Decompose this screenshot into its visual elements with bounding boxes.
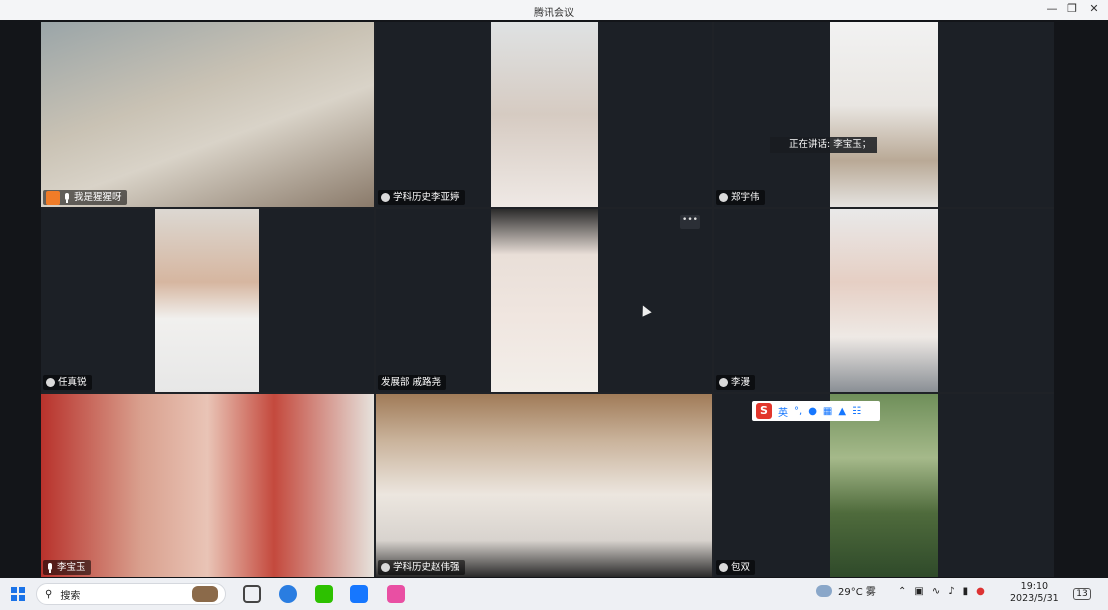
wifi-icon[interactable]: ∿ [932,586,940,597]
ime-toolbar[interactable]: S 英 °, ● ▦ ▲ ☷ [752,401,880,421]
ime-mode-label[interactable]: 英 [778,404,788,419]
minimize-icon[interactable]: — [1044,2,1060,17]
participant-name-bar: 李宝玉 [43,560,91,575]
participant-tile[interactable]: 学科历史赵伟强 [376,394,712,577]
video-feed [491,22,598,207]
video-feed [830,22,938,207]
title-bar: 腾讯会议 — ❐ ✕ [0,0,1108,20]
weather-text: 29°C 雾 [838,587,876,598]
participant-name: 李漫 [731,377,751,388]
chevron-up-icon[interactable]: ⌃ [898,586,906,597]
antivirus-icon[interactable]: ● [976,586,985,597]
participant-name: 我是猩猩呀 [74,192,122,203]
participant-name-bar: 李漫 [716,375,756,390]
video-feed [830,394,938,577]
microphone-icon [46,562,54,573]
cow-mascot-icon [190,584,220,604]
avatar-icon [381,193,390,202]
more-options-button[interactable]: ••• [680,215,700,229]
toolbox-icon[interactable]: ☷ [852,406,861,417]
keyboard-icon[interactable]: ▦ [823,406,832,417]
notification-count: 13 [1073,588,1091,600]
participant-tile[interactable]: 李宝玉 [41,394,374,577]
skin-icon[interactable]: ▲ [838,406,846,417]
weather-icon [816,584,832,597]
video-feed [491,209,598,392]
participant-name: 学科历史赵伟强 [393,562,460,573]
video-grid: 我是猩猩呀 学科历史李亚婷 郑宇伟 任真锐 ••• 发展部 戚路尧 李漫 李宝玉… [41,22,1054,577]
participant-name: 郑宇伟 [731,192,760,203]
ime-tray-icon[interactable]: ▣ [914,586,923,597]
avatar-icon [719,563,728,572]
participant-name-bar: 我是猩猩呀 [43,190,127,205]
participant-tile[interactable]: ••• 发展部 戚路尧 [376,209,712,392]
participant-tile[interactable]: 我是猩猩呀 [41,22,374,207]
participant-name-bar: 学科历史李亚婷 [378,190,465,205]
participant-name: 任真锐 [58,377,87,388]
close-icon[interactable]: ✕ [1086,2,1102,17]
participant-tile[interactable]: 郑宇伟 [714,22,1054,207]
tencent-meeting-app-icon[interactable] [348,584,370,604]
windows-start-icon[interactable] [8,584,28,604]
participant-name-bar: 学科历史赵伟强 [378,560,465,575]
wechat-app-icon[interactable] [312,584,336,604]
participant-name-bar: 郑宇伟 [716,190,765,205]
participant-name: 发展部 戚路尧 [381,377,442,388]
taskbar-clock[interactable]: 19:10 2023/5/31 [1010,581,1059,605]
punctuation-icon[interactable]: °, [794,406,802,417]
video-feed [41,22,374,207]
participant-tile[interactable]: 任真锐 [41,209,374,392]
video-feed [41,394,374,577]
participant-name-bar: 任真锐 [43,375,92,390]
search-placeholder: 搜索 [60,590,81,602]
search-icon: ⚲ [45,588,53,600]
window-title: 腾讯会议 [534,8,574,19]
participant-tile[interactable]: 学科历史李亚婷 [376,22,712,207]
weather-widget[interactable]: 29°C 雾 [816,583,876,598]
participant-name: 李宝玉 [57,562,86,573]
task-view-icon[interactable] [242,584,262,604]
microphone-icon [63,192,71,203]
system-tray: ⌃ ▣ ∿ ♪ ▮ ● [898,586,985,597]
speaking-text: 正在讲话: 李宝玉； [789,139,872,150]
participant-tile[interactable]: 包双 [714,394,1054,577]
sogou-logo-icon: S [756,403,772,419]
voice-input-icon[interactable]: ● [808,406,817,417]
notification-center-icon[interactable]: 13 [1072,584,1092,604]
participant-name-bar: 发展部 戚路尧 [378,375,447,390]
avatar-icon [719,378,728,387]
video-feed [376,394,712,577]
avatar-icon [381,563,390,572]
taskbar: ⚲ 搜索 29°C 雾 ⌃ ▣ ∿ ♪ ▮ ● 19:10 2023/5/31 … [0,578,1108,610]
clock-time: 19:10 [1020,581,1049,592]
participant-name: 包双 [731,562,751,573]
photo-app-icon[interactable] [385,584,407,604]
participant-tile[interactable]: 李漫 [714,209,1054,392]
video-feed [155,209,259,392]
avatar-icon [46,378,55,387]
speaking-indicator: 正在讲话: 李宝玉； [770,137,878,153]
participant-name-bar: 包双 [716,560,756,575]
restore-icon[interactable]: ❐ [1064,2,1080,17]
participant-name: 学科历史李亚婷 [393,192,460,203]
microphone-icon [776,140,784,150]
browser-app-icon[interactable] [278,584,298,604]
host-badge-icon [46,190,60,205]
clock-date: 2023/5/31 [1010,593,1059,604]
video-feed [830,209,938,392]
battery-icon[interactable]: ▮ [963,586,969,597]
meeting-window: 腾讯会议 — ❐ ✕ 我是猩猩呀 学科历史李亚婷 郑宇伟 任真锐 ••• 发展部… [0,0,1108,610]
volume-icon[interactable]: ♪ [948,586,954,597]
avatar-icon [719,193,728,202]
